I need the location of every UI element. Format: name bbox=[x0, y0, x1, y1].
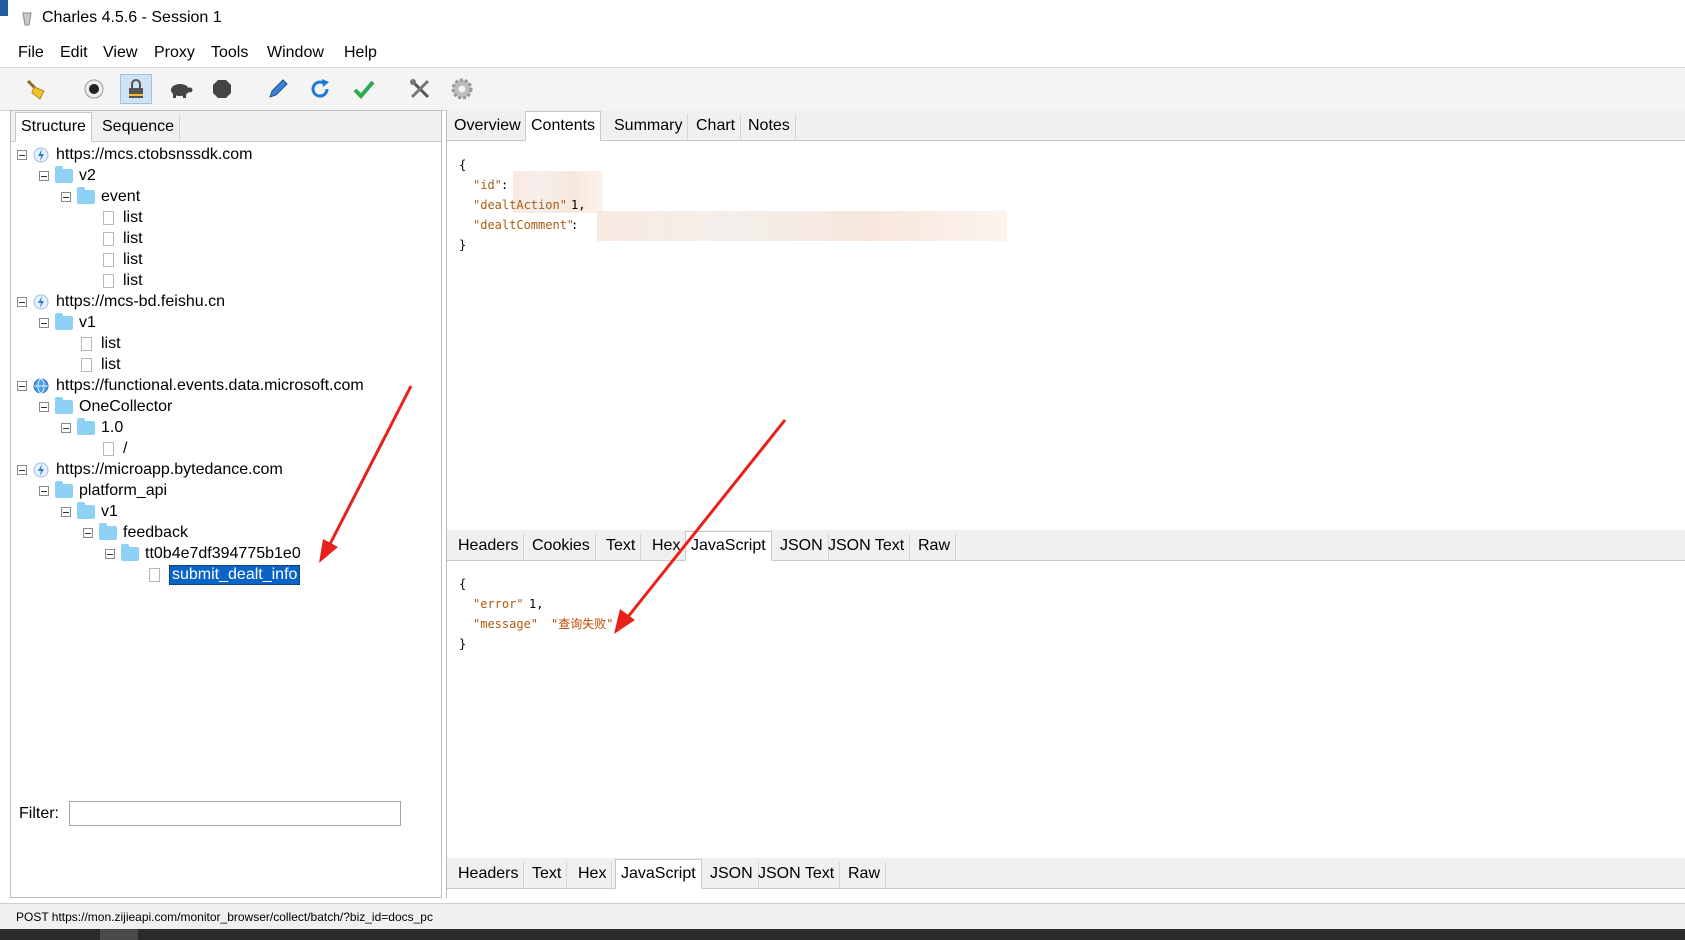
res-tab-javascript[interactable]: JavaScript bbox=[615, 859, 702, 889]
structure-pane: Structure Sequence https://mcs.ctobsnssd… bbox=[10, 110, 442, 898]
menu-proxy[interactable]: Proxy bbox=[154, 44, 195, 62]
menu-bar: File Edit View Proxy Tools Window Help bbox=[0, 40, 1685, 66]
res-tab-headers[interactable]: Headers bbox=[453, 862, 525, 888]
menu-help[interactable]: Help bbox=[344, 44, 377, 62]
status-bar: POST https://mon.zijieapi.com/monitor_br… bbox=[0, 903, 1685, 930]
menu-file[interactable]: File bbox=[18, 44, 44, 62]
menu-view[interactable]: View bbox=[103, 44, 137, 62]
filter-input[interactable] bbox=[69, 801, 401, 826]
title-bar: Charles 4.5.6 - Session 1 bbox=[0, 0, 1685, 38]
lock-icon[interactable] bbox=[120, 74, 152, 104]
taskbar-button[interactable] bbox=[100, 929, 138, 940]
menu-tools[interactable]: Tools bbox=[211, 44, 248, 62]
res-tab-hex[interactable]: Hex bbox=[573, 862, 613, 888]
res-tab-json[interactable]: JSON bbox=[705, 862, 759, 888]
response-format-tabs: Headers Text Hex JavaScript JSON JSON Te… bbox=[447, 858, 1685, 889]
tools-icon[interactable] bbox=[404, 74, 436, 104]
turtle-icon[interactable] bbox=[164, 74, 196, 104]
refresh-icon[interactable] bbox=[304, 74, 336, 104]
res-tab-json-text[interactable]: JSON Text bbox=[753, 862, 841, 888]
check-icon[interactable] bbox=[348, 74, 380, 104]
status-text: POST https://mon.zijieapi.com/monitor_br… bbox=[16, 910, 433, 924]
filter-label: Filter: bbox=[19, 805, 59, 822]
annotation-arrow-left bbox=[319, 385, 413, 563]
record-icon[interactable] bbox=[78, 74, 110, 104]
gear-icon[interactable] bbox=[446, 74, 478, 104]
detail-pane: Overview Contents Summary Chart Notes { … bbox=[446, 110, 1685, 898]
window-title: Charles 4.5.6 - Session 1 bbox=[42, 9, 222, 26]
res-tab-text[interactable]: Text bbox=[527, 862, 568, 888]
menu-edit[interactable]: Edit bbox=[60, 44, 88, 62]
pen-icon[interactable] bbox=[262, 74, 294, 104]
annotation-arrow-right bbox=[614, 419, 787, 634]
charles-app-icon bbox=[22, 12, 32, 26]
taskbar-strip bbox=[0, 929, 1685, 940]
stop-icon[interactable] bbox=[206, 74, 238, 104]
broom-icon[interactable] bbox=[20, 74, 52, 104]
toolbar bbox=[0, 67, 1685, 111]
window-edge-accent bbox=[0, 0, 8, 16]
menu-window[interactable]: Window bbox=[267, 44, 324, 62]
req-tab-raw[interactable]: Raw bbox=[913, 534, 957, 560]
res-tab-raw[interactable]: Raw bbox=[843, 862, 887, 888]
